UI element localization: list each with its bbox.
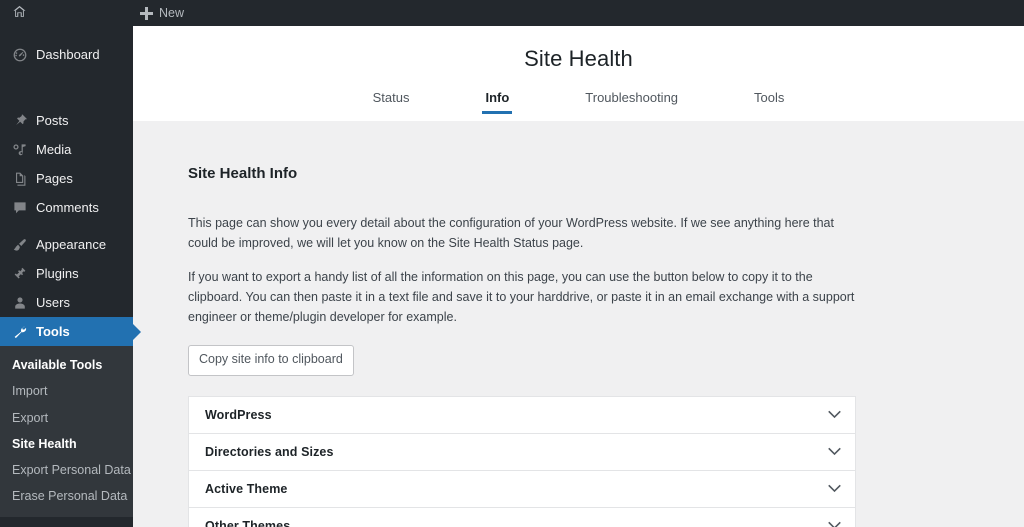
chevron-down-icon [828, 521, 841, 527]
site-health-info-accordion: WordPress Directories and Sizes Active T… [188, 396, 856, 527]
accordion-label: Directories and Sizes [205, 445, 334, 459]
site-health-header: Site Health Status Info Troubleshooting … [133, 26, 1024, 121]
main-panel: Site Health Info This page can show you … [133, 121, 1024, 527]
sidebar-item-tools[interactable]: Tools [0, 317, 133, 346]
sidebar-item-label: Tools [32, 325, 70, 338]
sidebar-item-appearance[interactable]: Appearance [0, 230, 133, 259]
sidebar-item-label: Comments [32, 201, 99, 214]
accordion-label: Other Themes [205, 519, 290, 527]
plug-icon [8, 264, 32, 284]
chevron-down-icon [828, 410, 841, 420]
accordion-row-other-themes[interactable]: Other Themes [189, 508, 855, 527]
submenu-item-export[interactable]: Export [0, 405, 133, 431]
new-label: New [159, 6, 184, 20]
sidebar-item-dashboard[interactable]: Dashboard [0, 40, 133, 69]
sidebar-item-label: Appearance [32, 238, 106, 251]
site-home-button[interactable] [0, 0, 38, 26]
accordion-label: Active Theme [205, 482, 287, 496]
copy-site-info-button[interactable]: Copy site info to clipboard [188, 345, 354, 376]
chevron-down-icon [828, 484, 841, 494]
sidebar-item-label: Pages [32, 172, 73, 185]
tab-info[interactable]: Info [485, 86, 509, 114]
accordion-row-active-theme[interactable]: Active Theme [189, 471, 855, 508]
submenu-item-erase-personal-data[interactable]: Erase Personal Data [0, 483, 133, 509]
tab-tools[interactable]: Tools [754, 86, 784, 114]
pin-icon [8, 111, 32, 131]
sidebar-item-label: Dashboard [32, 48, 100, 61]
accordion-label: WordPress [205, 408, 272, 422]
new-content-button[interactable]: New [132, 0, 192, 26]
tab-status[interactable]: Status [373, 86, 410, 114]
sidebar-item-label: Plugins [32, 267, 79, 280]
wordpress-admin-screen: New Dashboard Posts Media [0, 0, 1024, 527]
wrench-icon [8, 322, 32, 342]
content-area: Site Health Status Info Troubleshooting … [133, 26, 1024, 527]
intro-paragraph-1: This page can show you every detail abou… [188, 213, 858, 254]
accordion-row-wordpress[interactable]: WordPress [189, 397, 855, 434]
comment-bubble-icon [8, 198, 32, 218]
submenu-item-import[interactable]: Import [0, 378, 133, 404]
sidebar-separator [0, 69, 133, 106]
submenu-item-available-tools[interactable]: Available Tools [0, 352, 133, 378]
accordion-row-directories-and-sizes[interactable]: Directories and Sizes [189, 434, 855, 471]
sidebar-item-plugins[interactable]: Plugins [0, 259, 133, 288]
dashboard-gauge-icon [8, 45, 32, 65]
section-title: Site Health Info [188, 121, 988, 182]
paintbrush-icon [8, 235, 32, 255]
sidebar-item-comments[interactable]: Comments [0, 193, 133, 222]
chevron-down-icon [828, 447, 841, 457]
sidebar-item-label: Media [32, 143, 71, 156]
pages-icon [8, 169, 32, 189]
sidebar-item-label: Posts [32, 114, 69, 127]
submenu-item-site-health[interactable]: Site Health [0, 431, 133, 457]
page-title: Site Health [133, 26, 1024, 72]
site-health-tab-bar: Status Info Troubleshooting Tools [133, 86, 1024, 114]
home-icon [12, 4, 27, 22]
plus-icon [140, 7, 153, 20]
intro-paragraph-2: If you want to export a handy list of al… [188, 267, 858, 328]
sidebar-item-label: Users [32, 296, 70, 309]
user-icon [8, 293, 32, 313]
sidebar-item-pages[interactable]: Pages [0, 164, 133, 193]
sidebar-separator [0, 222, 133, 230]
media-icon [8, 140, 32, 160]
sidebar-item-posts[interactable]: Posts [0, 106, 133, 135]
tools-submenu: Available Tools Import Export Site Healt… [0, 346, 133, 517]
sidebar-item-media[interactable]: Media [0, 135, 133, 164]
admin-sidebar-menu: Dashboard Posts Media Pages Commen [0, 26, 133, 527]
admin-bar: New [0, 0, 1024, 26]
submenu-item-export-personal-data[interactable]: Export Personal Data [0, 457, 133, 483]
tab-troubleshooting[interactable]: Troubleshooting [585, 86, 678, 114]
sidebar-item-users[interactable]: Users [0, 288, 133, 317]
